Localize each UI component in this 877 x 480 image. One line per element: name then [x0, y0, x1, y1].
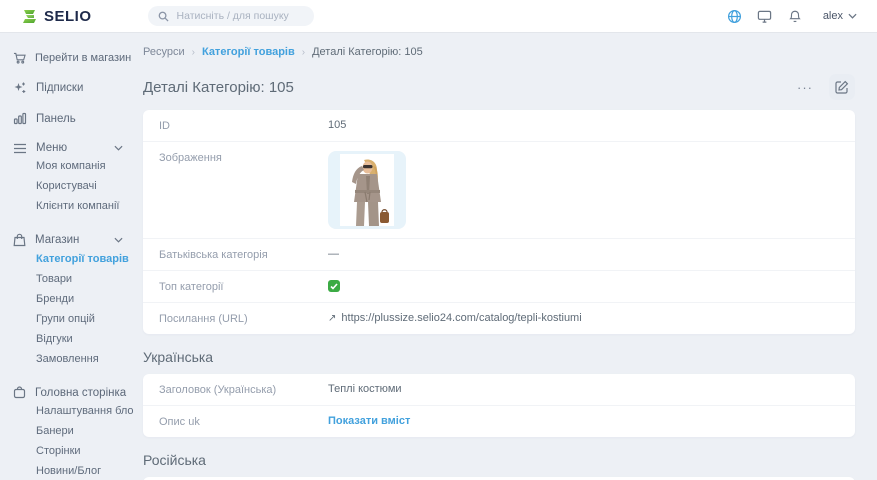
row-label: Зображення	[159, 151, 328, 164]
cart-icon	[13, 52, 26, 64]
sidebar-item-orders[interactable]: Замовлення	[0, 349, 133, 369]
bell-icon[interactable]	[787, 8, 803, 24]
breadcrumb-resources[interactable]: Ресурси	[143, 46, 185, 58]
sidebar-item-news-blog[interactable]: Новини/Блог	[0, 461, 133, 480]
row-description-uk: Опис uk Показати вміст	[143, 406, 855, 437]
sidebar: Перейти в магазин Підписки Панель	[0, 32, 133, 480]
sidebar-item-homepage[interactable]: Головна сторінка	[0, 386, 133, 399]
row-label: Посилання (URL)	[159, 312, 328, 325]
sidebar-item-subscriptions[interactable]: Підписки	[0, 81, 133, 95]
sidebar-submenu-menu: Моя компанія Користувачі Клієнти компані…	[0, 156, 133, 216]
check-icon	[330, 283, 338, 290]
sidebar-item-store[interactable]: Магазин	[0, 233, 133, 247]
detail-row-top-category: Топ категорії	[143, 271, 855, 303]
sidebar-item-company-clients[interactable]: Клієнти компанії	[0, 196, 133, 216]
breadcrumb-separator: ›	[302, 47, 305, 58]
edit-button[interactable]	[829, 74, 855, 100]
page-header: Деталі Категорію: 105 ···	[143, 74, 855, 100]
logo-text: SELIO	[44, 8, 92, 25]
breadcrumb-categories-link[interactable]: Категорії товарів	[202, 46, 295, 58]
breadcrumb-separator: ›	[192, 47, 195, 58]
sidebar-item-menu[interactable]: Меню	[0, 142, 133, 154]
home-page-icon	[13, 386, 26, 399]
menu-icon	[13, 143, 27, 154]
details-card: ID 105 Зображення	[143, 110, 855, 334]
sidebar-item-products[interactable]: Товари	[0, 269, 133, 289]
sidebar-item-label: Магазин	[35, 234, 79, 246]
search-icon	[158, 11, 169, 22]
category-photo	[340, 154, 394, 226]
sidebar-go-to-store[interactable]: Перейти в магазин	[0, 52, 133, 64]
globe-icon[interactable]	[727, 8, 743, 24]
logo-icon	[22, 8, 38, 24]
row-label: ID	[159, 119, 328, 132]
sidebar-item-dashboard[interactable]: Панель	[0, 112, 133, 125]
global-search[interactable]	[148, 6, 314, 26]
sidebar-item-option-groups[interactable]: Групи опцій	[0, 309, 133, 329]
monitor-icon[interactable]	[757, 8, 773, 24]
sidebar-item-reviews[interactable]: Відгуки	[0, 329, 133, 349]
sidebar-item-banners[interactable]: Банери	[0, 421, 133, 441]
top-bar: SELIO	[0, 0, 877, 32]
top-category-checkbox[interactable]	[328, 280, 340, 292]
edit-pencil-icon	[835, 80, 849, 94]
sidebar-item-label: Меню	[36, 142, 67, 154]
sidebar-item-pages[interactable]: Сторінки	[0, 441, 133, 461]
category-url-link[interactable]: ↗ https://plussize.selio24.com/catalog/t…	[328, 312, 582, 324]
external-link-icon: ↗	[328, 313, 336, 324]
more-actions-button[interactable]: ···	[793, 77, 817, 98]
detail-row-id: ID 105	[143, 110, 855, 142]
search-input[interactable]	[175, 9, 304, 23]
row-title-uk: Заголовок (Українська) Теплі костюми	[143, 374, 855, 406]
ukrainian-card: Заголовок (Українська) Теплі костюми Опи…	[143, 374, 855, 437]
sidebar-item-label: Головна сторінка	[35, 387, 126, 399]
row-label: Заголовок (Українська)	[159, 383, 328, 396]
page-actions: ···	[793, 74, 855, 100]
main-content: Ресурси › Категорії товарів › Деталі Кат…	[133, 32, 877, 480]
bag-icon	[13, 233, 26, 247]
breadcrumb-current: Деталі Категорію: 105	[312, 46, 423, 58]
breadcrumb: Ресурси › Категорії товарів › Деталі Кат…	[143, 46, 855, 58]
sidebar-submenu-store: Категорії товарів Товари Бренди Групи оп…	[0, 249, 133, 369]
sparkles-icon	[13, 81, 27, 95]
row-value: —	[328, 248, 339, 260]
chevron-down-icon	[114, 145, 123, 151]
sidebar-item-label: Підписки	[36, 82, 83, 94]
category-image-thumbnail[interactable]	[328, 151, 406, 229]
chevron-down-icon	[114, 237, 123, 243]
detail-row-parent-category: Батьківська категорія —	[143, 239, 855, 271]
bar-chart-icon	[13, 112, 27, 125]
sidebar-item-block-settings[interactable]: Налаштування блоку	[0, 401, 133, 421]
row-label: Батьківська категорія	[159, 248, 328, 261]
sidebar-item-label: Панель	[36, 113, 76, 125]
user-name: alex	[823, 10, 843, 22]
app-logo[interactable]: SELIO	[22, 8, 92, 25]
section-heading-russian: Російська	[143, 452, 855, 468]
detail-row-image: Зображення	[143, 142, 855, 239]
sidebar-item-my-company[interactable]: Моя компанія	[0, 156, 133, 176]
row-label: Опис uk	[159, 415, 328, 428]
section-heading-ukrainian: Українська	[143, 349, 855, 365]
page-title: Деталі Категорію: 105	[143, 79, 294, 96]
row-value: 105	[328, 119, 346, 131]
row-label: Топ категорії	[159, 280, 328, 293]
show-content-link-uk[interactable]: Показати вміст	[328, 415, 410, 427]
detail-row-url: Посилання (URL) ↗ https://plussize.selio…	[143, 303, 855, 334]
chevron-down-icon	[848, 13, 857, 19]
url-text: https://plussize.selio24.com/catalog/tep…	[341, 312, 581, 324]
topbar-right: alex	[727, 8, 857, 24]
sidebar-item-product-categories[interactable]: Категорії товарів	[0, 249, 133, 269]
sidebar-item-brands[interactable]: Бренди	[0, 289, 133, 309]
sidebar-item-users[interactable]: Користувачі	[0, 176, 133, 196]
sidebar-submenu-homepage: Налаштування блоку Банери Сторінки Новин…	[0, 401, 133, 480]
sidebar-item-label: Перейти в магазин	[35, 52, 131, 64]
user-menu[interactable]: alex	[823, 10, 857, 22]
row-value: Теплі костюми	[328, 383, 402, 395]
